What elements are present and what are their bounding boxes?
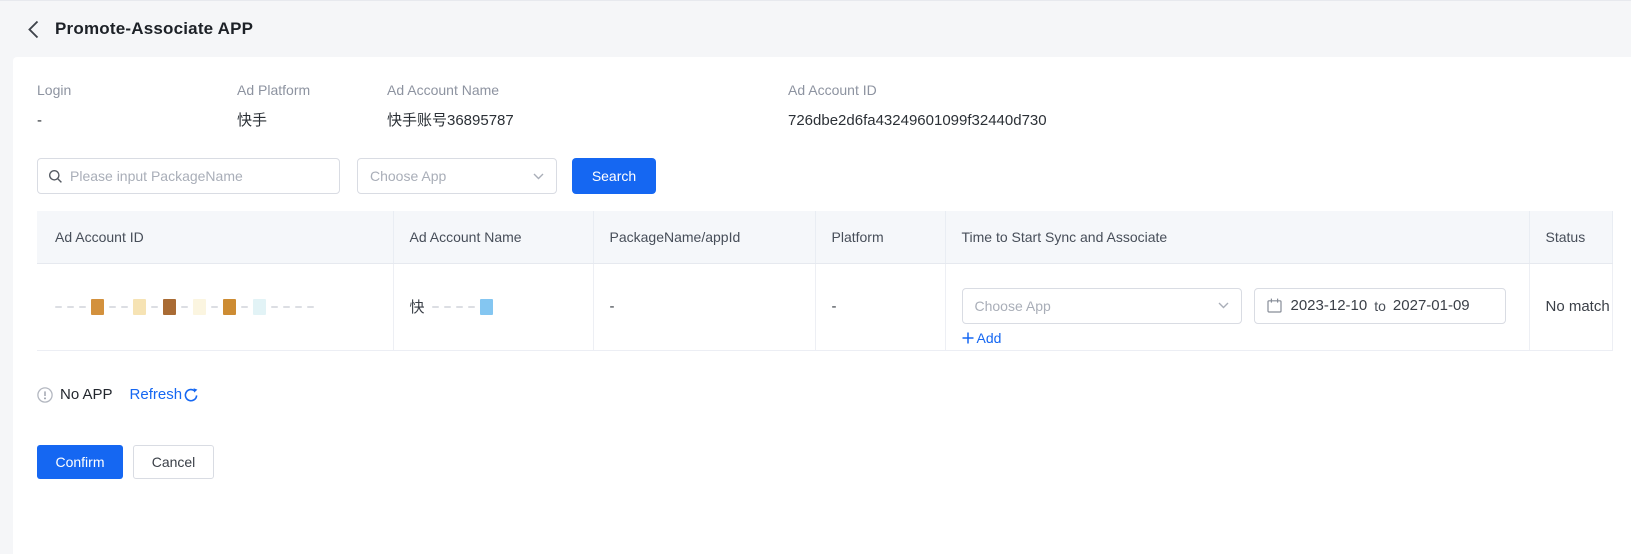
chevron-down-icon <box>533 173 544 179</box>
date-range-separator: to <box>1374 297 1386 314</box>
cell-packagename: - <box>593 263 816 351</box>
info-field-ad-platform: Ad Platform 快手 <box>237 82 387 130</box>
redaction-block <box>223 298 236 315</box>
table-row: 快 - - Choose App 2023-12-10 to 2027-01-0… <box>37 263 1613 351</box>
ad-account-name-label: Ad Account Name <box>387 82 500 98</box>
refresh-icon <box>184 387 198 401</box>
package-name-input[interactable] <box>70 168 329 184</box>
ad-platform-value: 快手 <box>237 112 268 129</box>
date-range-start: 2023-12-10 <box>1290 297 1368 314</box>
associate-table: Ad Account ID Ad Account Name PackageNam… <box>37 211 1613 351</box>
package-name-input-wrap <box>37 158 340 194</box>
search-icon <box>49 169 62 183</box>
ad-account-id-value: 726dbe2d6fa43249601099f32440d730 <box>788 112 1047 129</box>
add-button[interactable]: Add <box>962 329 1002 346</box>
page-header: Promote-Associate APP <box>0 0 1631 57</box>
redaction-block <box>479 298 493 315</box>
col-packagename-appid: PackageName/appId <box>593 211 816 264</box>
content-card: Login - Ad Platform 快手 Ad Account Name 快… <box>13 57 1631 554</box>
search-button[interactable]: Search <box>572 158 656 194</box>
no-app-notice: No APP Refresh <box>37 385 1631 405</box>
redacted-account-name: 快 <box>410 296 593 317</box>
redaction-block <box>91 298 104 315</box>
redaction-block <box>193 298 206 315</box>
col-time-sync-associate: Time to Start Sync and Associate <box>945 211 1530 264</box>
col-status: Status <box>1529 211 1613 264</box>
info-field-login: Login - <box>37 82 237 130</box>
refresh-label: Refresh <box>129 386 183 403</box>
associate-controls: Choose App 2023-12-10 to 2027-01-09 <box>961 287 1529 324</box>
search-toolbar: Choose App Search <box>37 158 1631 194</box>
ad-platform-label: Ad Platform <box>237 82 311 98</box>
cell-time-sync-associate: Choose App 2023-12-10 to 2027-01-09 Add <box>945 263 1530 351</box>
plus-icon <box>962 332 973 343</box>
choose-app-placeholder: Choose App <box>370 168 447 184</box>
redaction-block <box>163 298 176 315</box>
redaction-block <box>253 298 266 315</box>
date-range-end: 2027-01-09 <box>1392 297 1470 314</box>
back-button[interactable] <box>22 18 44 40</box>
account-info: Login - Ad Platform 快手 Ad Account Name 快… <box>37 82 1631 130</box>
redaction-block <box>133 298 146 315</box>
add-label: Add <box>976 329 1002 346</box>
confirm-button[interactable]: Confirm <box>37 444 123 479</box>
col-ad-account-name: Ad Account Name <box>393 211 594 264</box>
cell-ad-account-id <box>37 263 394 351</box>
cell-status: No match <box>1529 263 1613 351</box>
login-value: - <box>37 112 42 129</box>
calendar-icon <box>1266 298 1282 313</box>
info-field-ad-account-id: Ad Account ID 726dbe2d6fa43249601099f324… <box>788 82 1047 130</box>
login-label: Login <box>37 82 72 98</box>
ad-account-name-value: 快手账号36895787 <box>387 112 514 129</box>
row-choose-app-placeholder: Choose App <box>974 297 1051 314</box>
row-choose-app-select[interactable]: Choose App <box>961 287 1242 324</box>
cancel-button[interactable]: Cancel <box>133 444 214 479</box>
date-range-picker[interactable]: 2023-12-10 to 2027-01-09 <box>1253 287 1506 324</box>
choose-app-select[interactable]: Choose App <box>357 158 557 194</box>
form-actions: Confirm Cancel <box>37 444 1631 479</box>
chevron-down-icon <box>1218 302 1228 309</box>
refresh-button[interactable]: Refresh <box>130 386 200 403</box>
info-icon <box>37 386 53 403</box>
col-platform: Platform <box>815 211 946 264</box>
ad-account-id-label: Ad Account ID <box>788 82 877 98</box>
back-chevron-icon <box>27 20 38 38</box>
account-name-visible-text: 快 <box>409 299 425 316</box>
page-title: Promote-Associate APP <box>55 19 254 38</box>
table-header-row: Ad Account ID Ad Account Name PackageNam… <box>37 211 1613 264</box>
col-ad-account-id: Ad Account ID <box>37 211 394 264</box>
no-app-message: No APP <box>60 386 113 403</box>
info-field-ad-account-name: Ad Account Name 快手账号36895787 <box>387 82 788 130</box>
cell-ad-account-name: 快 <box>393 263 594 351</box>
redacted-account-id <box>55 298 393 316</box>
cell-platform: - <box>815 263 946 351</box>
